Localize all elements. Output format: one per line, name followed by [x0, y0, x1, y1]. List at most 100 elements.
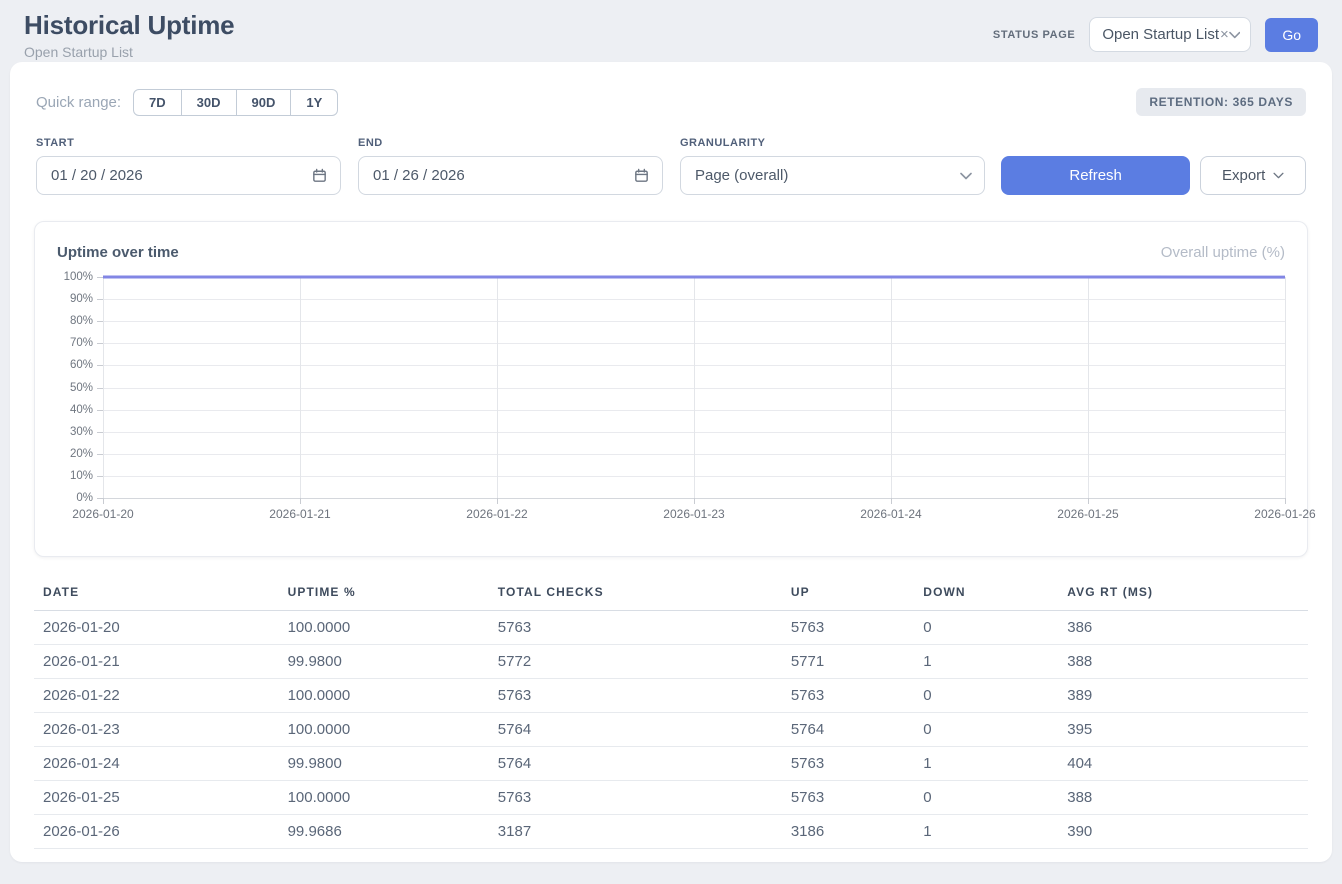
table-cell: 0 — [914, 679, 1058, 713]
table-cell: 389 — [1058, 679, 1308, 713]
table-cell: 1 — [914, 645, 1058, 679]
x-tick-label: 2026-01-26 — [1254, 507, 1315, 521]
start-date-field: START 01 / 20 / 2026 — [36, 137, 341, 195]
table-cell: 5764 — [489, 747, 782, 781]
main-panel: Quick range: 7D30D90D1Y RETENTION: 365 D… — [10, 62, 1332, 862]
table-cell: 2026-01-22 — [34, 679, 279, 713]
y-tick-label: 100% — [64, 271, 93, 283]
quick-range-label: Quick range: — [36, 94, 121, 111]
y-tick-label: 30% — [70, 426, 93, 438]
go-button[interactable]: Go — [1265, 18, 1318, 52]
quick-range-row: Quick range: 7D30D90D1Y RETENTION: 365 D… — [10, 62, 1332, 116]
y-tick-label: 40% — [70, 404, 93, 416]
y-tick-label: 70% — [70, 337, 93, 349]
x-tick-label: 2026-01-21 — [269, 507, 330, 521]
quick-range-90d[interactable]: 90D — [237, 89, 292, 116]
start-date-input[interactable]: 01 / 20 / 2026 — [36, 156, 341, 195]
table-cell: 2026-01-23 — [34, 713, 279, 747]
page-header: Historical Uptime Open Startup List STAT… — [0, 0, 1342, 62]
col-header-avg-rt: AVG RT (MS) — [1058, 579, 1308, 611]
table-cell: 5764 — [782, 713, 914, 747]
end-label: END — [358, 137, 663, 149]
start-date-value: 01 / 20 / 2026 — [51, 167, 143, 184]
chart-title: Uptime over time — [57, 244, 179, 261]
table-row: 2026-01-20100.0000576357630386 — [34, 611, 1308, 645]
y-tick-label: 0% — [76, 492, 93, 504]
start-label: START — [36, 137, 341, 149]
table-cell: 1 — [914, 747, 1058, 781]
table-cell: 3186 — [782, 815, 914, 849]
table-cell: 388 — [1058, 781, 1308, 815]
col-header-total-checks: TOTAL CHECKS — [489, 579, 782, 611]
table-cell: 5772 — [489, 645, 782, 679]
status-page-label: STATUS PAGE — [993, 29, 1075, 41]
export-label: Export — [1222, 167, 1265, 184]
uptime-table: DATE UPTIME % TOTAL CHECKS UP DOWN AVG R… — [34, 579, 1308, 849]
table-row: 2026-01-2499.9800576457631404 — [34, 747, 1308, 781]
end-date-input[interactable]: 01 / 26 / 2026 — [358, 156, 663, 195]
y-tick-label: 50% — [70, 382, 93, 394]
x-tick-label: 2026-01-20 — [72, 507, 133, 521]
retention-badge: RETENTION: 365 DAYS — [1136, 88, 1306, 116]
col-header-up: UP — [782, 579, 914, 611]
table-row: 2026-01-25100.0000576357630388 — [34, 781, 1308, 815]
page-title: Historical Uptime — [24, 10, 234, 41]
chart-plot[interactable] — [103, 277, 1285, 498]
x-tick-label: 2026-01-23 — [663, 507, 724, 521]
table-cell: 100.0000 — [279, 611, 489, 645]
table-cell: 5764 — [489, 713, 782, 747]
table-cell: 2026-01-26 — [34, 815, 279, 849]
y-tick-label: 90% — [70, 293, 93, 305]
granularity-label: GRANULARITY — [680, 137, 985, 149]
table-cell: 2026-01-25 — [34, 781, 279, 815]
quick-range-7d[interactable]: 7D — [133, 89, 182, 116]
v-gridline — [1285, 277, 1286, 498]
table-row: 2026-01-23100.0000576457640395 — [34, 713, 1308, 747]
table-cell: 386 — [1058, 611, 1308, 645]
title-block: Historical Uptime Open Startup List — [24, 10, 234, 60]
chevron-down-icon — [1229, 31, 1241, 39]
quick-range-group: 7D30D90D1Y — [133, 89, 338, 116]
table-cell: 5763 — [782, 747, 914, 781]
clear-icon[interactable]: × — [1220, 26, 1229, 43]
table-cell: 395 — [1058, 713, 1308, 747]
table-cell: 5771 — [782, 645, 914, 679]
table-cell: 0 — [914, 611, 1058, 645]
table-cell: 5763 — [489, 679, 782, 713]
export-button[interactable]: Export — [1200, 156, 1306, 195]
table-cell: 2026-01-21 — [34, 645, 279, 679]
chevron-down-icon — [1273, 172, 1284, 179]
table-cell: 100.0000 — [279, 713, 489, 747]
table-cell: 99.9800 — [279, 747, 489, 781]
table-cell: 100.0000 — [279, 679, 489, 713]
table-cell: 99.9686 — [279, 815, 489, 849]
granularity-field: GRANULARITY Page (overall) — [680, 137, 985, 195]
chart-legend: Overall uptime (%) — [1161, 244, 1285, 261]
x-axis-labels: 2026-01-202026-01-212026-01-222026-01-23… — [103, 498, 1285, 524]
table-row: 2026-01-2199.9800577257711388 — [34, 645, 1308, 679]
quick-range-1y[interactable]: 1Y — [291, 89, 338, 116]
y-tick-label: 10% — [70, 470, 93, 482]
table-cell: 3187 — [489, 815, 782, 849]
calendar-icon[interactable] — [311, 167, 328, 184]
end-date-field: END 01 / 26 / 2026 — [358, 137, 663, 195]
table-cell: 390 — [1058, 815, 1308, 849]
y-tick-label: 80% — [70, 315, 93, 327]
quick-range-30d[interactable]: 30D — [182, 89, 237, 116]
table-cell: 5763 — [782, 611, 914, 645]
table-cell: 100.0000 — [279, 781, 489, 815]
calendar-icon[interactable] — [633, 167, 650, 184]
page-subtitle: Open Startup List — [24, 44, 234, 60]
uptime-table-wrap: DATE UPTIME % TOTAL CHECKS UP DOWN AVG R… — [34, 579, 1308, 849]
granularity-select[interactable]: Page (overall) — [680, 156, 985, 195]
table-cell: 5763 — [489, 611, 782, 645]
table-cell: 404 — [1058, 747, 1308, 781]
granularity-selected-value: Page (overall) — [695, 167, 788, 184]
status-page-select[interactable]: Open Startup List × — [1089, 17, 1251, 52]
uptime-line-series — [103, 277, 1285, 498]
refresh-button[interactable]: Refresh — [1001, 156, 1190, 195]
table-row: 2026-01-2699.9686318731861390 — [34, 815, 1308, 849]
end-date-value: 01 / 26 / 2026 — [373, 167, 465, 184]
table-row: 2026-01-22100.0000576357630389 — [34, 679, 1308, 713]
table-cell: 2026-01-24 — [34, 747, 279, 781]
